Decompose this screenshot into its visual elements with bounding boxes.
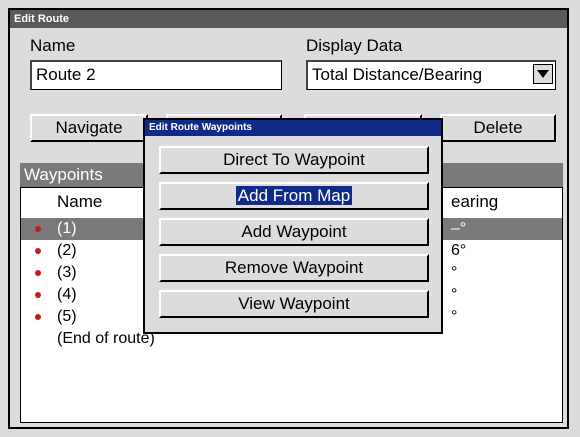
window-title: Edit Route — [10, 10, 567, 28]
waypoint-bearing: –° — [451, 220, 467, 237]
waypoint-dot-icon — [35, 314, 41, 320]
display-data-value: Total Distance/Bearing — [312, 65, 483, 84]
waypoint-bearing: ° — [451, 264, 458, 281]
popup-item-label: Remove Waypoint — [224, 258, 364, 277]
waypoint-name: (4) — [57, 286, 77, 303]
display-data-select[interactable]: Total Distance/Bearing — [306, 60, 556, 90]
popup-title: Edit Route Waypoints — [145, 120, 441, 136]
name-label: Name — [30, 36, 76, 55]
popup-item-label: Add Waypoint — [241, 222, 347, 241]
waypoint-dot-icon — [35, 226, 41, 232]
delete-button[interactable]: Delete — [440, 114, 556, 142]
waypoint-name: (1) — [57, 220, 77, 237]
column-header-bearing: earing — [451, 192, 499, 211]
waypoint-dot-icon — [35, 248, 41, 254]
waypoint-name: (5) — [57, 308, 77, 325]
remove-waypoint-button[interactable]: Remove Waypoint — [159, 254, 429, 282]
waypoint-dot-icon — [35, 292, 41, 298]
waypoint-dot-icon — [35, 270, 41, 276]
route-name-input[interactable]: Route 2 — [30, 60, 282, 90]
waypoint-bearing: 6° — [451, 242, 467, 259]
popup-item-label-highlighted: Add From Map — [235, 186, 353, 205]
end-of-route-label: (End of route) — [57, 330, 155, 347]
add-waypoint-button[interactable]: Add Waypoint — [159, 218, 429, 246]
waypoint-name: (3) — [57, 264, 77, 281]
direct-to-waypoint-button[interactable]: Direct To Waypoint — [159, 146, 429, 174]
edit-route-waypoints-popup: Edit Route Waypoints Direct To Waypoint … — [143, 118, 443, 334]
chevron-down-icon[interactable] — [533, 64, 553, 84]
navigate-button[interactable]: Navigate — [30, 114, 148, 142]
column-header-name: Name — [57, 192, 103, 211]
display-data-label: Display Data — [306, 36, 403, 55]
popup-item-label: View Waypoint — [238, 294, 350, 313]
waypoint-bearing: ° — [451, 308, 458, 325]
popup-item-label: Direct To Waypoint — [223, 150, 365, 169]
waypoint-bearing: ° — [451, 286, 458, 303]
view-waypoint-button[interactable]: View Waypoint — [159, 290, 429, 318]
waypoint-name: (2) — [57, 242, 77, 259]
add-from-map-button[interactable]: Add From Map — [159, 182, 429, 210]
